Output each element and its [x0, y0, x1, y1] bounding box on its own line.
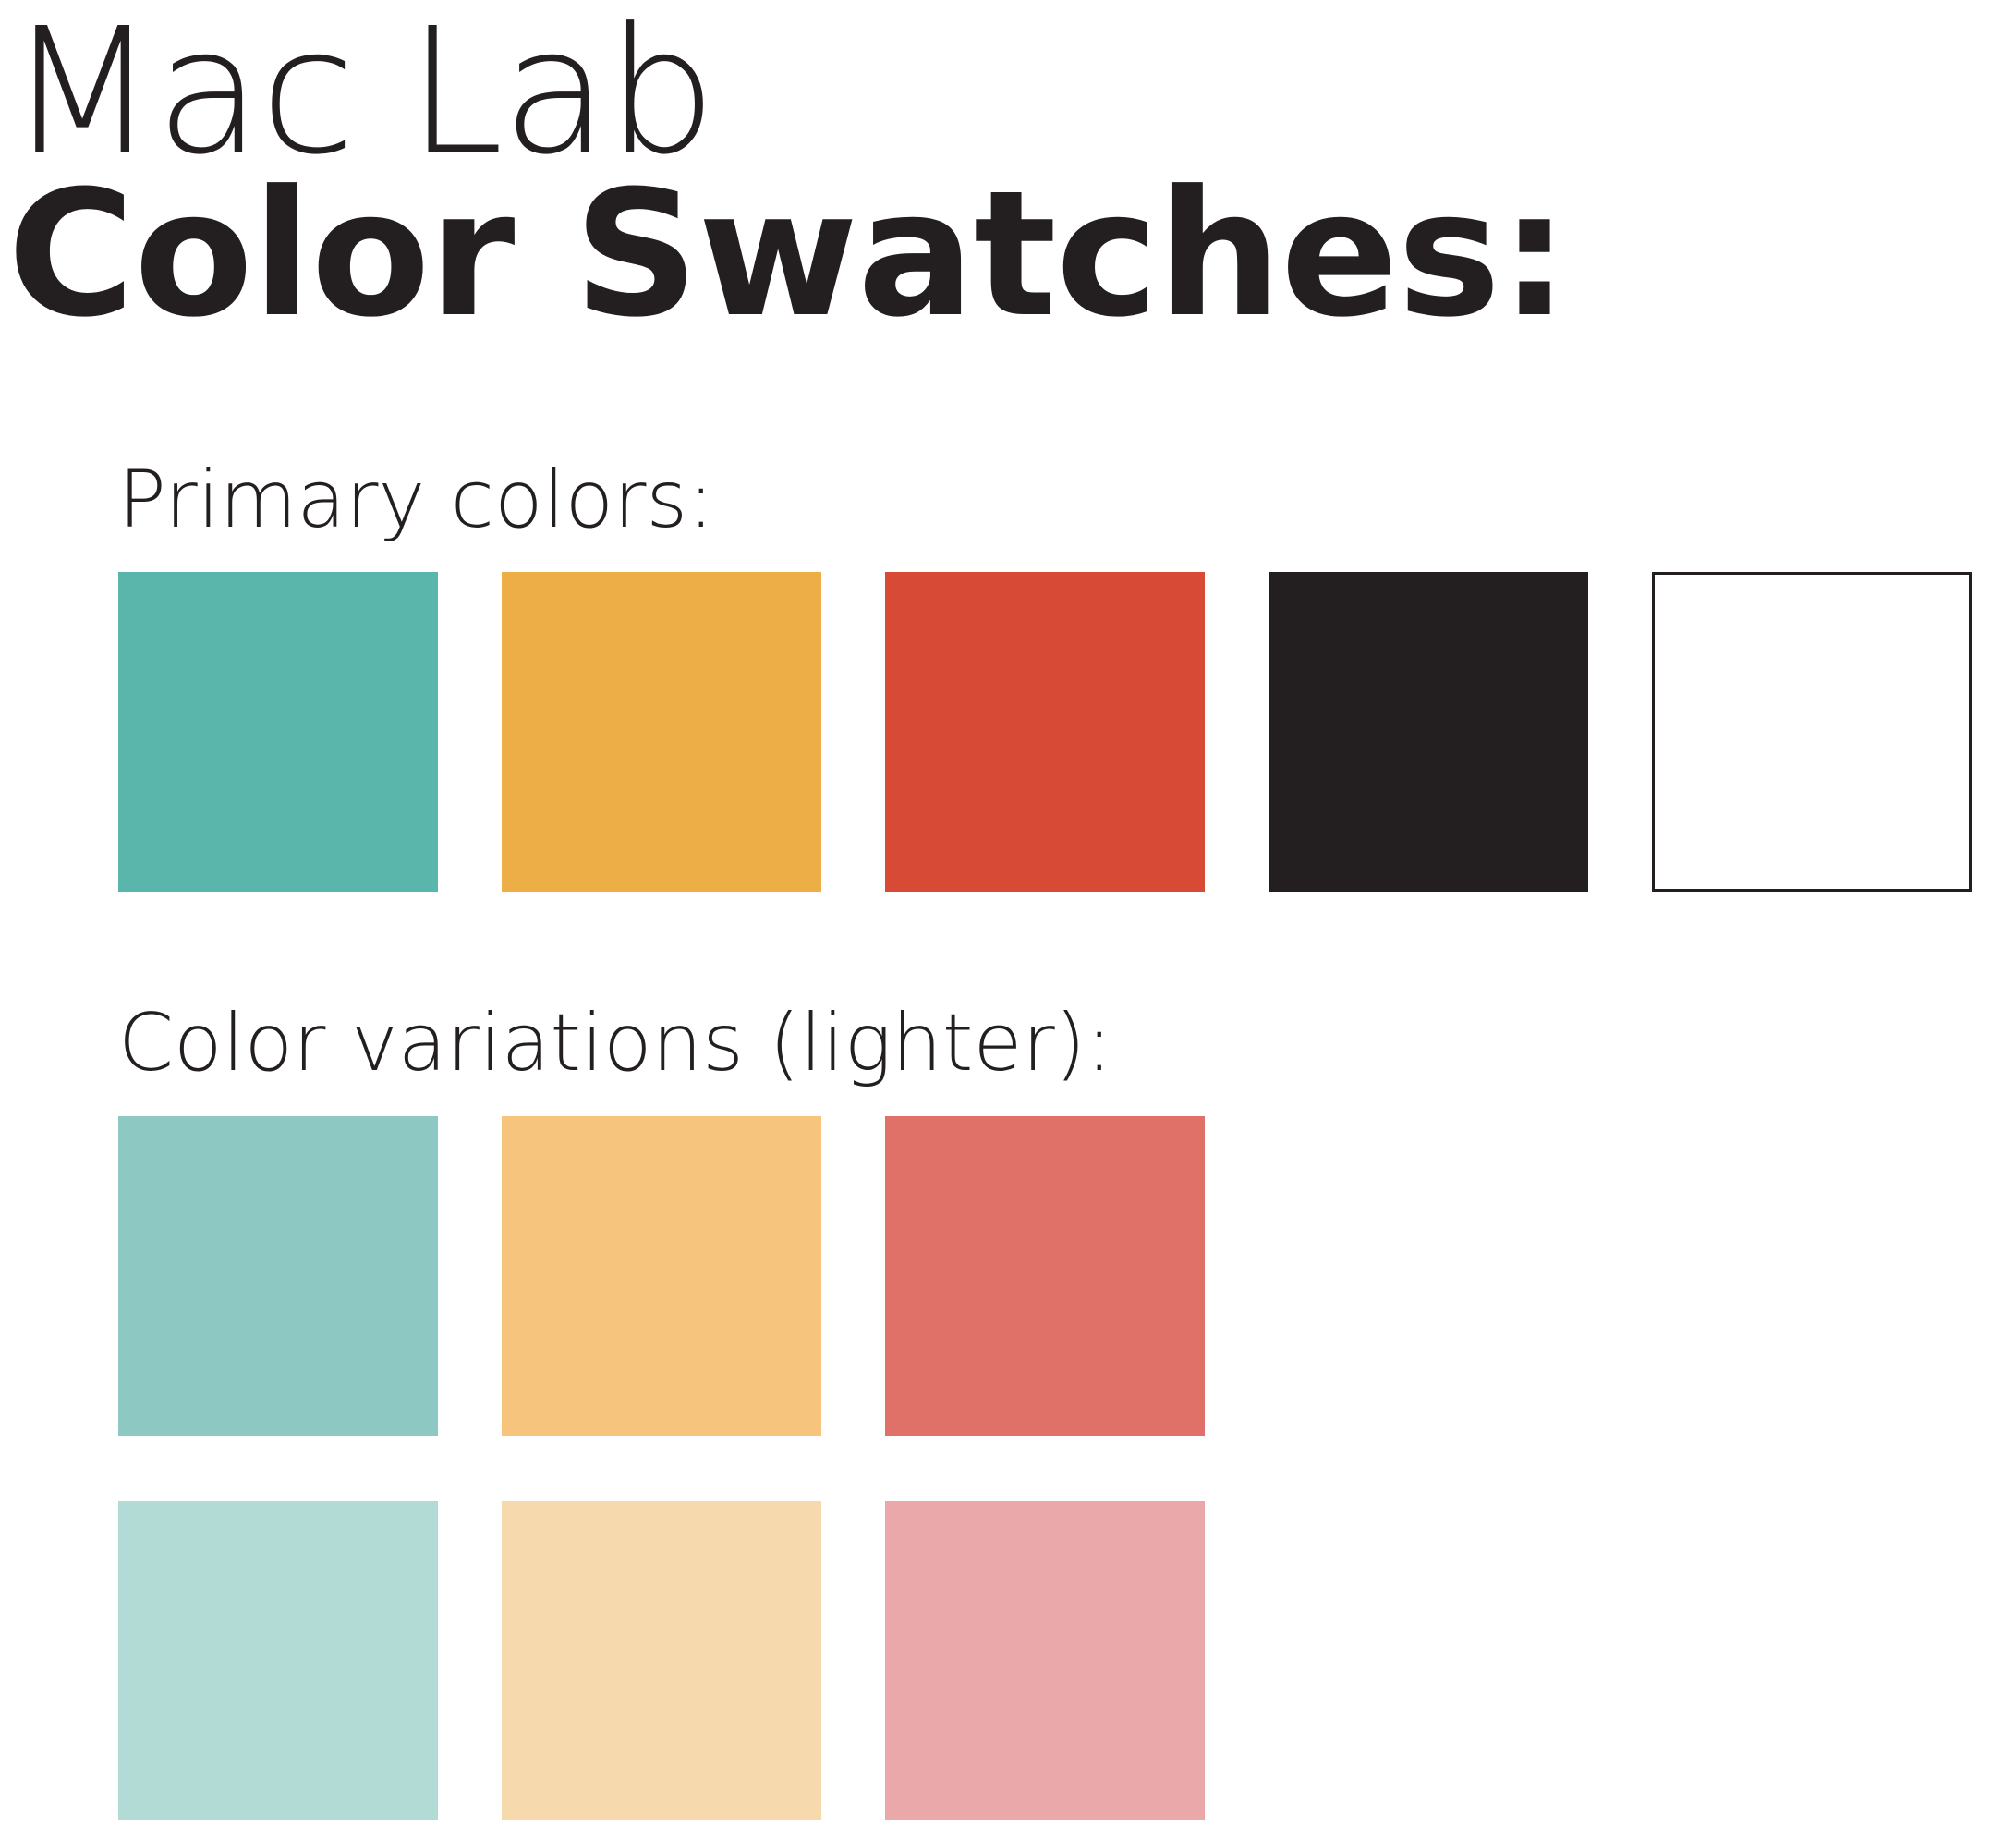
color-variations-label: Color variations (lighter):: [118, 997, 1113, 1089]
swatch-primary-orange: [502, 572, 821, 892]
swatch-primary-black: [1269, 572, 1588, 892]
swatch-orange-light: [502, 1116, 821, 1436]
swatch-teal-lighter: [118, 1501, 438, 1820]
swatch-red-light: [885, 1116, 1205, 1436]
swatch-teal-light: [118, 1116, 438, 1436]
swatch-primary-white: [1652, 572, 1972, 892]
swatch-orange-lighter: [502, 1501, 821, 1820]
swatch-primary-teal: [118, 572, 438, 892]
swatch-red-lighter: [885, 1501, 1205, 1820]
primary-colors-label: Primary colors:: [118, 454, 715, 546]
swatch-primary-red: [885, 572, 1205, 892]
page-subtitle: Color Swatches:: [7, 153, 1570, 356]
